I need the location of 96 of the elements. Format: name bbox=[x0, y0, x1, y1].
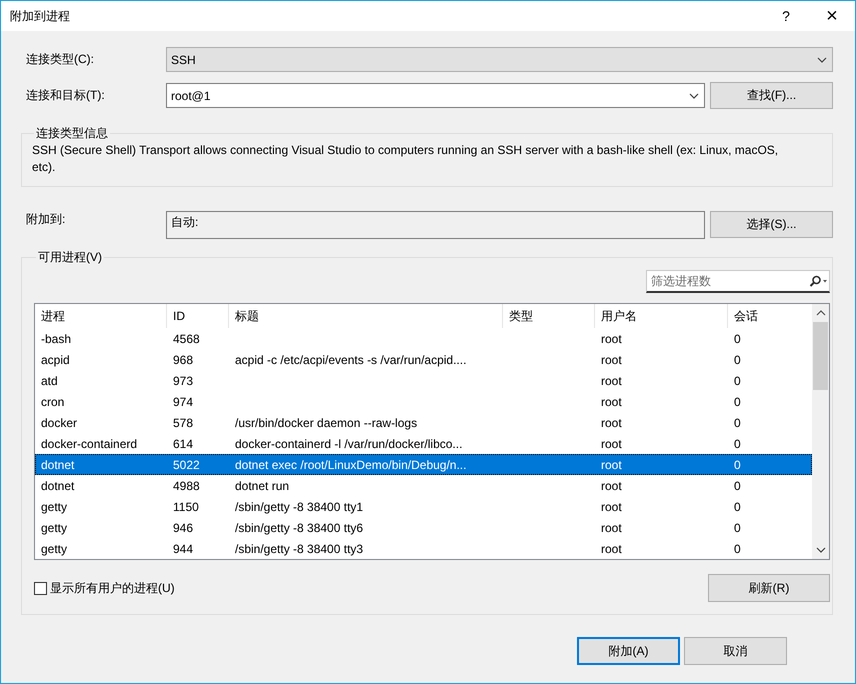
table-cell-text: root bbox=[600, 436, 623, 450]
help-button[interactable]: ? bbox=[763, 1, 809, 31]
table-cell-text: 973 bbox=[172, 374, 194, 388]
table-cell-text: 946 bbox=[172, 520, 194, 534]
close-button[interactable]: × bbox=[809, 1, 855, 31]
table-cell-text: 0 bbox=[733, 458, 742, 472]
chevron-down-icon bbox=[689, 92, 699, 98]
table-cell-text: dotnet bbox=[40, 458, 76, 472]
table-row[interactable]: dotnet 5022 dotnet exec /root/LinuxDemo/bin/Debug/n... root 0 bbox=[35, 454, 812, 475]
attach-to-field: 自动: bbox=[166, 211, 705, 239]
group-title: 可用进程(V) bbox=[37, 249, 103, 266]
table-row[interactable]: atd 973 root 0 bbox=[35, 370, 812, 391]
table-cell-text: dotnet run bbox=[234, 478, 290, 492]
info-text: SSH (Secure Shell) Transport allows connecting Visual Studio to computers running an SSH server with a bash-like shell (ex: Linux, macOS, etc). bbox=[32, 142, 780, 176]
table-cell-text: 0 bbox=[733, 520, 742, 534]
table-cell-text: root bbox=[600, 458, 623, 472]
table-cell-text: acpid bbox=[40, 352, 71, 366]
column-header[interactable]: 会话 bbox=[728, 304, 812, 328]
table-cell-text: docker-containerd bbox=[40, 436, 138, 450]
table-cell-text: dotnet exec /root/LinuxDemo/bin/Debug/n... bbox=[234, 458, 468, 472]
chevron-down-icon bbox=[816, 547, 826, 553]
table-cell-text: root bbox=[600, 542, 623, 556]
window-title: 附加到进程 bbox=[10, 8, 70, 24]
column-header[interactable]: 进程 bbox=[35, 304, 167, 328]
table-cell-text: 944 bbox=[172, 542, 194, 556]
search-icon bbox=[809, 275, 827, 287]
table-row[interactable]: getty 944 /sbin/getty -8 38400 tty3 root 0 bbox=[35, 538, 812, 559]
table-row[interactable]: getty 946 /sbin/getty -8 38400 tty6 root 0 bbox=[35, 517, 812, 538]
table-cell-text: root bbox=[600, 352, 623, 366]
table-cell-text: 4988 bbox=[172, 478, 201, 492]
table-cell-text: getty bbox=[40, 542, 68, 556]
table-row[interactable]: docker 578 /usr/bin/docker daemon --raw-logs root 0 bbox=[35, 412, 812, 433]
cancel-button[interactable]: 取消 bbox=[684, 637, 787, 665]
column-header[interactable]: 标题 bbox=[229, 304, 503, 328]
table-cell-text: 0 bbox=[733, 542, 742, 556]
table-cell-text: -bash bbox=[40, 332, 72, 346]
table-cell-text: root bbox=[600, 416, 623, 430]
table-cell-text: 974 bbox=[172, 394, 194, 408]
field-label: 连接类型(C): bbox=[25, 51, 95, 68]
attach-button[interactable]: 附加(A) bbox=[577, 637, 680, 665]
refresh-button[interactable]: 刷新(R) bbox=[708, 574, 830, 602]
table-cell-text: 5022 bbox=[172, 458, 201, 472]
column-header[interactable]: 用户名 bbox=[595, 304, 728, 328]
table-cell-text: 0 bbox=[733, 374, 742, 388]
table-row[interactable]: -bash 4568 root 0 bbox=[35, 328, 812, 349]
table-cell-text: /sbin/getty -8 38400 tty1 bbox=[234, 500, 364, 514]
connection-type-dropdown[interactable]: SSH bbox=[166, 47, 833, 72]
table-cell-text: /sbin/getty -8 38400 tty3 bbox=[234, 542, 364, 556]
table-row[interactable]: acpid 968 acpid -c /etc/acpi/events -s /var/run/acpid.... root 0 bbox=[35, 349, 812, 370]
table-cell-text: 0 bbox=[733, 352, 742, 366]
table-cell-text: root bbox=[600, 520, 623, 534]
scrollbar-thumb[interactable] bbox=[813, 322, 828, 390]
table-cell-text: dotnet bbox=[40, 478, 76, 492]
table-cell-text: 0 bbox=[733, 332, 742, 346]
chevron-up-icon bbox=[816, 310, 826, 316]
checkbox-label: 显示所有用户的进程(U) bbox=[50, 580, 175, 596]
table-cell-text: 0 bbox=[733, 478, 742, 492]
column-header[interactable]: ID bbox=[167, 304, 229, 328]
table-row[interactable]: cron 974 root 0 bbox=[35, 391, 812, 412]
table-cell-text: acpid -c /etc/acpi/events -s /var/run/acpid.... bbox=[234, 352, 468, 366]
table-cell-text: root bbox=[600, 500, 623, 514]
table-cell-text: root bbox=[600, 394, 623, 408]
table-cell-text: cron bbox=[40, 394, 66, 408]
table-cell-text: 0 bbox=[733, 394, 742, 408]
table-cell-text: root bbox=[600, 478, 623, 492]
table-cell-text: root bbox=[600, 332, 623, 346]
table-cell-text: docker bbox=[40, 416, 78, 430]
column-header[interactable]: 类型 bbox=[503, 304, 595, 328]
table-cell-text: 0 bbox=[733, 436, 742, 450]
table-cell-text: atd bbox=[40, 374, 59, 388]
table-cell-text: /usr/bin/docker daemon --raw-logs bbox=[234, 416, 418, 430]
table-cell-text: 578 bbox=[172, 416, 194, 430]
table-cell-text: 968 bbox=[172, 352, 194, 366]
table-cell-text: 4568 bbox=[172, 332, 201, 346]
scrollbar[interactable] bbox=[812, 304, 829, 559]
table-cell-text: getty bbox=[40, 520, 68, 534]
table-cell-text: 1150 bbox=[172, 500, 200, 514]
table-cell-text: docker-containerd -l /var/run/docker/libco... bbox=[234, 436, 464, 450]
table-cell-text: getty bbox=[40, 500, 68, 514]
table-cell-text: 0 bbox=[733, 416, 742, 430]
table-cell-text: /sbin/getty -8 38400 tty6 bbox=[234, 520, 364, 534]
chevron-down-icon bbox=[817, 56, 827, 62]
select-button[interactable]: 选择(S)... bbox=[710, 211, 833, 238]
table-row[interactable]: getty 1150 /sbin/getty -8 38400 tty1 root 0 bbox=[35, 496, 812, 517]
table-cell-text: 0 bbox=[733, 500, 742, 514]
table-row[interactable]: docker-containerd 614 docker-containerd -l /var/run/docker/libco... root 0 bbox=[35, 433, 812, 454]
field-label: 附加到: bbox=[25, 211, 66, 228]
field-label: 连接和目标(T): bbox=[25, 87, 106, 104]
group-title: 连接类型信息 bbox=[35, 125, 109, 142]
table-cell-text: root bbox=[600, 374, 623, 388]
checkbox[interactable] bbox=[34, 582, 47, 594]
find-button[interactable]: 查找(F)... bbox=[710, 82, 833, 109]
table-cell-text: 614 bbox=[172, 436, 194, 450]
filter-field[interactable]: 筛选进程数 bbox=[646, 270, 830, 293]
connection-target-field[interactable]: root@1 bbox=[166, 83, 705, 108]
table-row[interactable]: dotnet 4988 dotnet run root 0 bbox=[35, 475, 812, 496]
